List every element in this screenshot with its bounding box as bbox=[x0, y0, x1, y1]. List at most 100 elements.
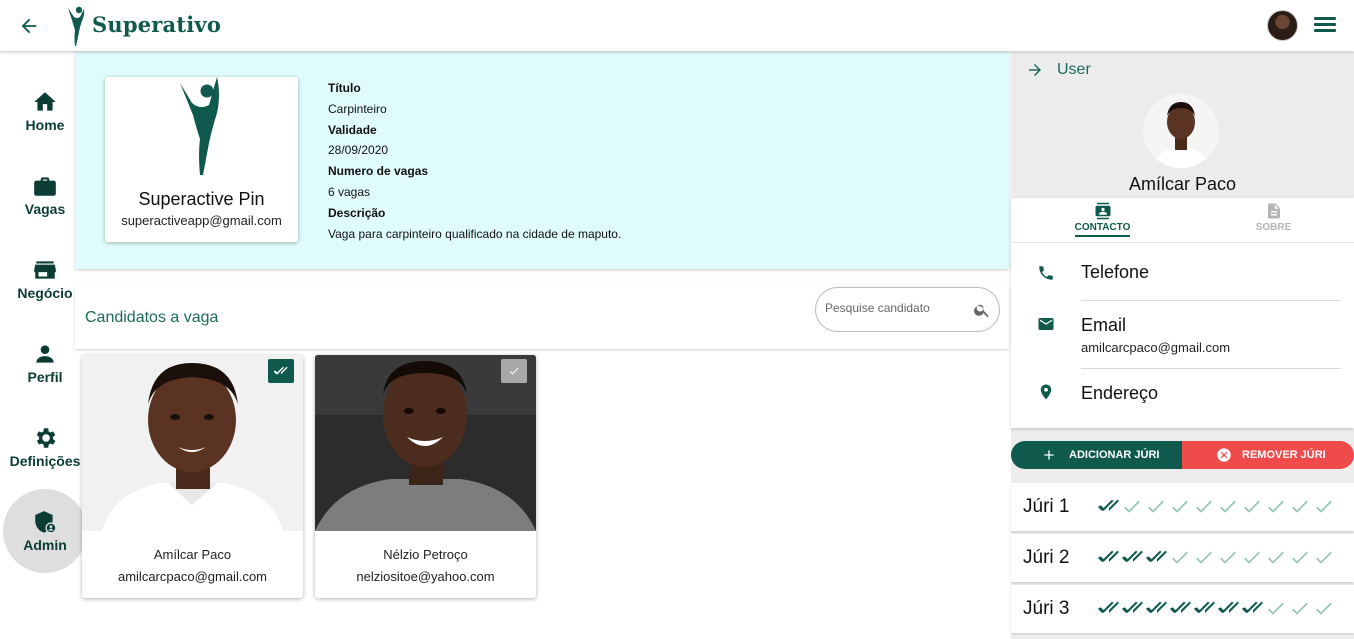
sidebar-item-definicoes[interactable]: Definições bbox=[0, 425, 90, 469]
candidate-email: nelziositoe@yahoo.com bbox=[356, 569, 495, 584]
tab-label: CONTACTO bbox=[1074, 222, 1131, 237]
candidate-name: Amílcar Paco bbox=[153, 547, 232, 562]
arrow-right-icon[interactable] bbox=[1026, 61, 1044, 79]
add-jury-label: ADICIONAR JÚRI bbox=[1069, 449, 1160, 461]
phone-icon bbox=[1039, 266, 1053, 280]
hamburger-menu-icon[interactable] bbox=[1312, 14, 1338, 38]
sidebar-item-admin[interactable]: Admin bbox=[3, 489, 87, 573]
user-detail-panel: User Amílcar Paco CONTACTO SOBRE Telefon… bbox=[1011, 52, 1354, 639]
admin-shield-icon bbox=[35, 511, 57, 534]
tab-contacto[interactable]: CONTACTO bbox=[1017, 198, 1188, 242]
double-check-icon[interactable] bbox=[1145, 599, 1169, 617]
double-check-icon[interactable] bbox=[1097, 599, 1121, 617]
check-icon[interactable] bbox=[1289, 497, 1313, 515]
check-icon[interactable] bbox=[1313, 599, 1337, 617]
double-check-icon[interactable] bbox=[1097, 497, 1121, 515]
sidebar-nav: Home Vagas Negócio Perfil Definições Adm… bbox=[0, 51, 87, 639]
jury-label: Júri 2 bbox=[1023, 547, 1070, 568]
top-app-bar: Superativo bbox=[0, 0, 1354, 51]
user-photo bbox=[1143, 94, 1219, 168]
home-icon bbox=[34, 92, 56, 111]
double-check-icon[interactable] bbox=[1121, 599, 1145, 617]
candidate-name: Nélzio Petroço bbox=[383, 547, 468, 562]
back-button[interactable] bbox=[14, 11, 44, 41]
plus-icon bbox=[1044, 450, 1054, 460]
double-check-icon bbox=[273, 366, 288, 375]
job-vacancies-label: Numero de vagas bbox=[328, 164, 429, 179]
check-icon[interactable] bbox=[1313, 497, 1337, 515]
check-icon[interactable] bbox=[1145, 497, 1169, 515]
company-name: Superactive Pin bbox=[138, 189, 265, 209]
jury-checks bbox=[1097, 599, 1337, 619]
double-check-icon[interactable] bbox=[1193, 599, 1217, 617]
remove-jury-button[interactable]: REMOVER JÚRI bbox=[1182, 441, 1354, 469]
contact-card-icon bbox=[1095, 202, 1110, 220]
jury-row[interactable]: Júri 3 bbox=[1011, 585, 1354, 633]
candidate-email: amilcarcpaco@gmail.com bbox=[117, 569, 268, 584]
check-icon[interactable] bbox=[1193, 497, 1217, 515]
user-name: Amílcar Paco bbox=[1128, 174, 1237, 194]
check-icon[interactable] bbox=[1265, 497, 1289, 515]
candidate-selected-checkbox[interactable] bbox=[268, 359, 294, 383]
check-icon[interactable] bbox=[1121, 497, 1145, 515]
check-icon[interactable] bbox=[1169, 548, 1193, 566]
document-icon bbox=[1267, 203, 1280, 219]
candidate-search-box[interactable] bbox=[815, 287, 1000, 332]
jury-row[interactable]: Júri 1 bbox=[1011, 483, 1354, 531]
superativo-logo-icon[interactable] bbox=[64, 4, 88, 46]
candidate-unselected-checkbox[interactable] bbox=[501, 359, 527, 383]
email-label: Email bbox=[1081, 315, 1127, 335]
add-jury-button[interactable]: ADICIONAR JÚRI bbox=[1011, 441, 1182, 469]
search-icon[interactable] bbox=[973, 301, 991, 319]
check-icon[interactable] bbox=[1217, 548, 1241, 566]
tab-label: SOBRE bbox=[1255, 222, 1292, 233]
double-check-icon[interactable] bbox=[1145, 548, 1169, 566]
brand-name[interactable]: Superativo bbox=[92, 12, 221, 37]
mail-icon bbox=[1038, 318, 1054, 330]
store-icon bbox=[34, 261, 56, 279]
check-icon[interactable] bbox=[1265, 599, 1289, 617]
double-check-icon[interactable] bbox=[1097, 548, 1121, 566]
user-header: User Amílcar Paco bbox=[1011, 52, 1354, 198]
candidate-search-input[interactable] bbox=[825, 301, 965, 315]
contact-card: CONTACTO SOBRE Telefone Email amilcarcpa… bbox=[1011, 198, 1354, 428]
jury-row[interactable]: Júri 2 bbox=[1011, 534, 1354, 582]
user-avatar[interactable] bbox=[1267, 10, 1298, 41]
double-check-icon[interactable] bbox=[1169, 599, 1193, 617]
double-check-icon[interactable] bbox=[1121, 548, 1145, 566]
check-icon[interactable] bbox=[1241, 497, 1265, 515]
tab-sobre[interactable]: SOBRE bbox=[1188, 198, 1354, 242]
sidebar-item-label: Definições bbox=[9, 453, 81, 469]
company-card[interactable]: Superactive Pin superactiveapp@gmail.com bbox=[105, 77, 298, 242]
company-email: superactiveapp@gmail.com bbox=[121, 213, 282, 228]
candidate-card[interactable]: Nélzio Petroço nelziositoe@yahoo.com bbox=[315, 355, 536, 598]
job-validity-value: 28/09/2020 bbox=[328, 143, 389, 158]
sidebar-item-label: Perfil bbox=[27, 369, 63, 385]
check-icon[interactable] bbox=[1169, 497, 1193, 515]
jury-checks bbox=[1097, 548, 1337, 568]
person-icon bbox=[36, 345, 54, 363]
check-icon[interactable] bbox=[1217, 497, 1241, 515]
job-validity-label: Validade bbox=[328, 122, 377, 137]
double-check-icon[interactable] bbox=[1241, 599, 1265, 617]
job-title-label: Título bbox=[328, 81, 361, 95]
check-icon[interactable] bbox=[1289, 599, 1313, 617]
check-icon[interactable] bbox=[1289, 548, 1313, 566]
double-check-icon[interactable] bbox=[1217, 599, 1241, 617]
check-icon[interactable] bbox=[1313, 548, 1337, 566]
sidebar-item-label: Home bbox=[25, 117, 65, 133]
jury-checks bbox=[1097, 497, 1337, 517]
remove-jury-label: REMOVER JÚRI bbox=[1242, 449, 1326, 461]
check-icon bbox=[509, 367, 519, 375]
sidebar-item-label: Admin bbox=[23, 537, 67, 553]
arrow-left-icon bbox=[21, 18, 37, 34]
company-logo-icon bbox=[180, 77, 219, 175]
check-icon[interactable] bbox=[1193, 548, 1217, 566]
check-icon[interactable] bbox=[1241, 548, 1265, 566]
check-icon[interactable] bbox=[1265, 548, 1289, 566]
job-description-value: Vaga para carpinteiro qualificado na cid… bbox=[328, 226, 622, 241]
location-pin-icon bbox=[1040, 384, 1052, 400]
candidate-card[interactable]: Amílcar Paco amilcarcpaco@gmail.com bbox=[82, 355, 303, 598]
cancel-circle-icon bbox=[1217, 448, 1231, 462]
tabs-divider bbox=[1011, 242, 1354, 243]
